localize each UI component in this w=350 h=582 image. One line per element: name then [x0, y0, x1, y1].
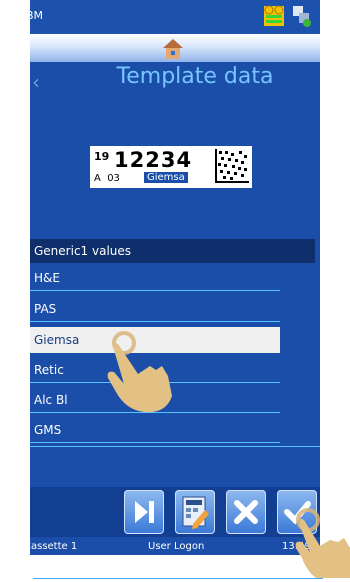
system-label: BM — [30, 9, 44, 22]
list-header: Generic1 values — [30, 239, 315, 263]
label-prefix: 19 — [94, 150, 110, 163]
tap-gesture-hand-icon — [107, 331, 172, 413]
datamatrix-code — [215, 149, 249, 183]
home-icon[interactable] — [162, 38, 184, 60]
skip-next-button[interactable] — [124, 490, 164, 534]
skip-next-icon — [135, 501, 154, 523]
footer-user: User Logon — [148, 541, 205, 552]
list-item-gms[interactable]: GMS — [30, 417, 280, 443]
label-selected-field: Giemsa — [144, 172, 188, 183]
close-icon — [234, 500, 258, 524]
bottom-rule — [33, 578, 323, 579]
edit-template-button[interactable] — [175, 490, 215, 534]
list-bottom-divider — [30, 446, 320, 447]
printer-status-icon — [264, 5, 284, 26]
footer-bar: Cassette 1 User Logon 13:49 — [30, 537, 320, 555]
tap-gesture-hand-icon-2 — [295, 508, 350, 578]
list-item-he[interactable]: H&E — [30, 265, 280, 291]
network-icon — [293, 6, 311, 27]
label-preview: 19 12234 A 03 Giemsa — [90, 146, 252, 188]
page-title: Template data — [116, 64, 274, 89]
footer-location: Cassette 1 — [30, 541, 78, 552]
edit-template-icon — [182, 496, 209, 529]
status-bar: BM — [30, 0, 320, 34]
back-button[interactable]: ‹ — [32, 70, 40, 94]
cancel-button[interactable] — [226, 490, 266, 534]
label-bottom-text: A 03 — [94, 173, 120, 184]
home-bar — [30, 34, 320, 62]
chevron-left-icon: ‹ — [32, 70, 40, 94]
list-item-pas[interactable]: PAS — [30, 296, 280, 322]
label-main-number: 12234 — [114, 148, 193, 172]
device-screen: BM ‹ Template data 19 12234 A 03 Giemsa — [30, 0, 320, 555]
